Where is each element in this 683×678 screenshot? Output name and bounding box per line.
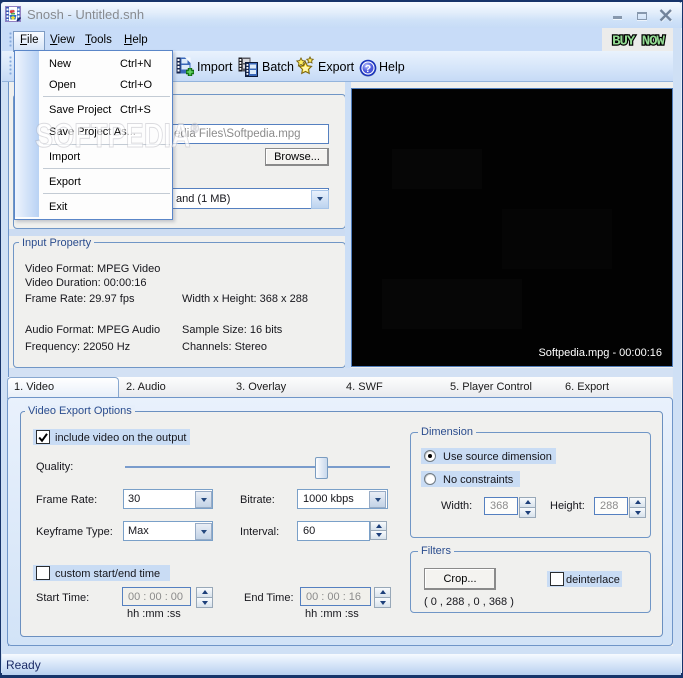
svg-text:BUY NOW: BUY NOW xyxy=(612,34,665,50)
svg-text:?: ? xyxy=(365,63,371,75)
